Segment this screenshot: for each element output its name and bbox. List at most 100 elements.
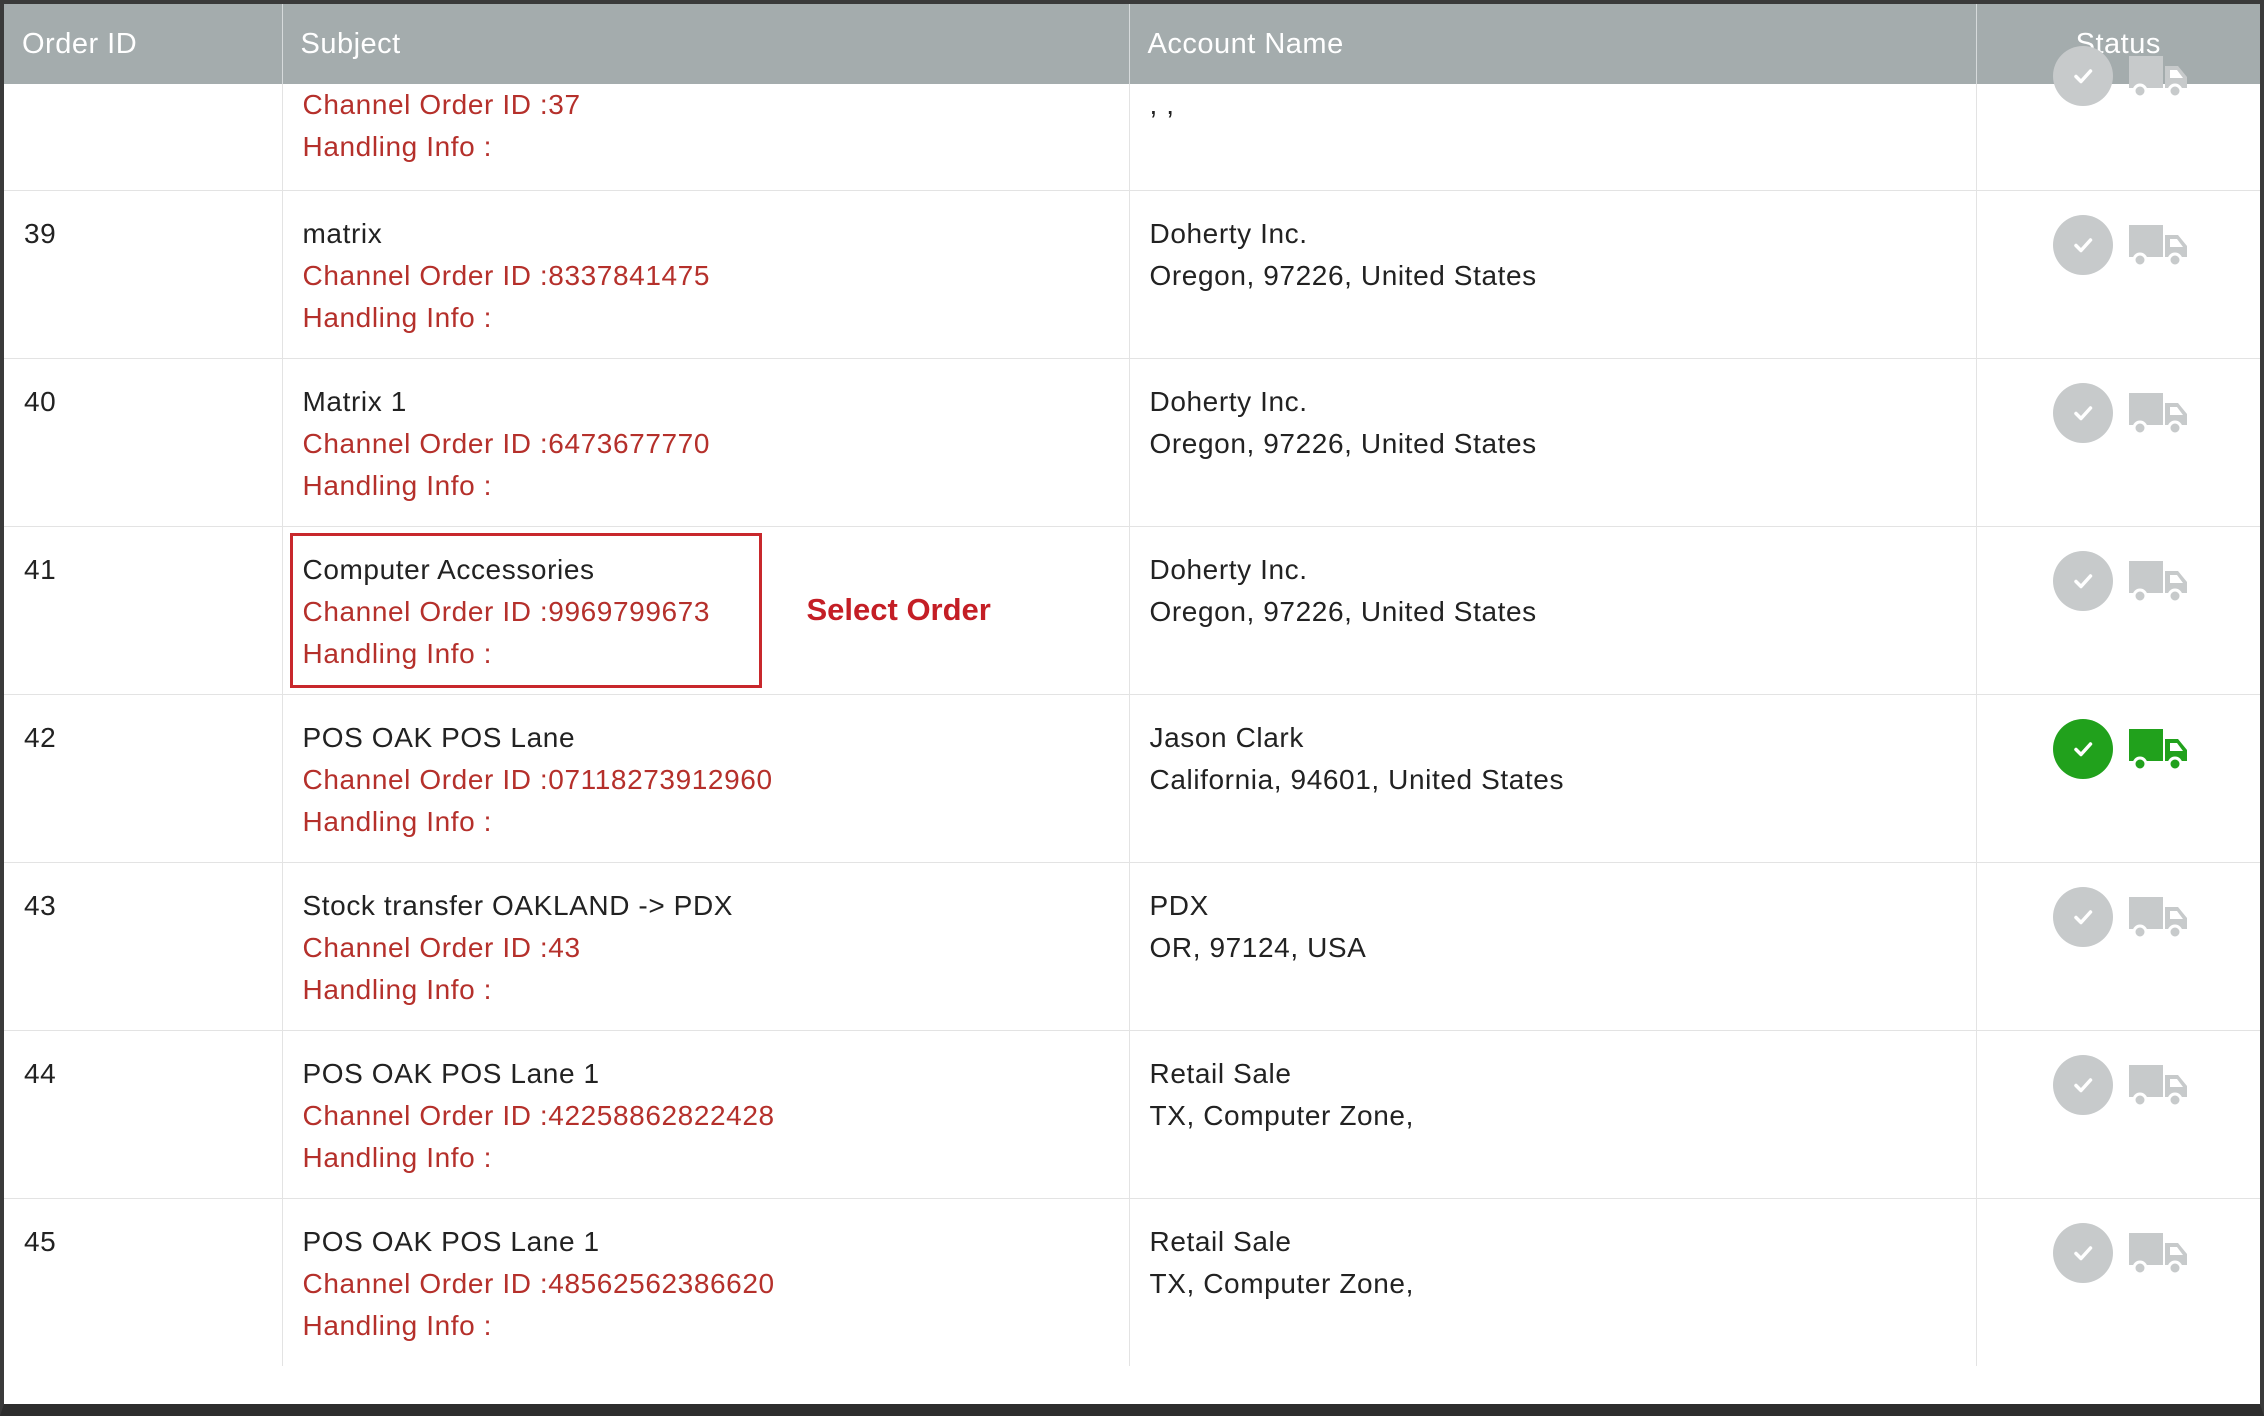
table-row-partial[interactable]: Channel Order ID :37 Handling Info : , ,: [4, 46, 2260, 191]
account-cell[interactable]: Retail Sale TX, Computer Zone,: [1129, 1198, 1977, 1367]
subject-title: Matrix 1: [302, 385, 407, 417]
column-header-account-name[interactable]: Account Name: [1129, 4, 1977, 84]
status-cell: [1976, 358, 2260, 527]
account-cell[interactable]: Doherty Inc. Oregon, 97226, United States: [1129, 526, 1977, 695]
check-circle-icon[interactable]: [2052, 382, 2113, 443]
order-id-cell[interactable]: 39: [4, 190, 283, 359]
order-id-cell[interactable]: 42: [4, 694, 283, 863]
subject-cell[interactable]: POS OAK POS Lane 1 Channel Order ID :4856…: [282, 1198, 1130, 1367]
truck-icon[interactable]: [2127, 893, 2189, 941]
order-id-cell: [4, 84, 283, 191]
table-row[interactable]: 45 POS OAK POS Lane 1 Channel Order ID :48…: [4, 1198, 2260, 1367]
order-id: 39: [24, 217, 57, 249]
check-circle-icon[interactable]: [2052, 886, 2113, 947]
handling-info: Handling Info :: [302, 469, 493, 501]
account-name: , ,: [1149, 89, 1175, 120]
account-address: OR, 97124, USA: [1149, 931, 1367, 963]
account-name: PDX: [1149, 889, 1209, 921]
check-circle-icon[interactable]: [2052, 718, 2113, 779]
account-address: Oregon, 97226, United States: [1149, 427, 1537, 459]
order-id-cell[interactable]: 40: [4, 358, 283, 527]
check-circle-icon[interactable]: [2052, 46, 2113, 106]
truck-icon[interactable]: [2127, 52, 2189, 100]
truck-icon[interactable]: [2127, 1061, 2189, 1109]
handling-info: Handling Info :: [302, 131, 493, 162]
truck-icon[interactable]: [2127, 725, 2189, 773]
status-cell: [1976, 694, 2260, 863]
table-row[interactable]: 40 Matrix 1 Channel Order ID :6473677770 Ha…: [4, 358, 2260, 527]
order-id-cell[interactable]: 43: [4, 862, 283, 1031]
check-circle-icon[interactable]: [2052, 1054, 2113, 1115]
account-name: Doherty Inc.: [1149, 553, 1308, 585]
account-address: California, 94601, United States: [1149, 763, 1565, 795]
handling-info: Handling Info :: [302, 805, 493, 837]
status-cell: [1976, 862, 2260, 1031]
orders-table-view: Order ID Subject Account Name Status Cha…: [0, 0, 2264, 1416]
account-name: Retail Sale: [1149, 1057, 1292, 1089]
channel-order-id: Channel Order ID :48562562386620: [302, 1267, 775, 1299]
channel-order-id: Channel Order ID :37: [302, 89, 581, 120]
table-row[interactable]: 43 Stock transfer OAKLAND -> PDX Channel O…: [4, 862, 2260, 1031]
account-address: TX, Computer Zone,: [1149, 1099, 1414, 1131]
column-header-order-id[interactable]: Order ID: [4, 4, 283, 84]
truck-icon[interactable]: [2127, 557, 2189, 605]
account-cell[interactable]: Doherty Inc. Oregon, 97226, United States: [1129, 190, 1977, 359]
channel-order-id: Channel Order ID :43: [302, 931, 581, 963]
subject-title: POS OAK POS Lane 1: [302, 1225, 600, 1257]
handling-info: Handling Info :: [302, 1309, 493, 1341]
subject-cell[interactable]: Matrix 1 Channel Order ID :6473677770 Hand…: [282, 358, 1130, 527]
table-footer-space: [4, 1366, 2260, 1404]
order-id: 45: [24, 1225, 57, 1257]
truck-icon[interactable]: [2127, 1229, 2189, 1277]
table-row[interactable]: 44 POS OAK POS Lane 1 Channel Order ID :42…: [4, 1030, 2260, 1199]
account-cell: , ,: [1129, 84, 1977, 191]
order-id: 43: [24, 889, 57, 921]
check-circle-icon[interactable]: [2052, 550, 2113, 611]
order-id-cell[interactable]: 41: [4, 526, 283, 695]
check-circle-icon[interactable]: [2052, 1222, 2113, 1283]
channel-order-id: Channel Order ID :8337841475: [302, 259, 711, 291]
status-cell: [1976, 526, 2260, 695]
account-address: Oregon, 97226, United States: [1149, 259, 1537, 291]
subject-title: POS OAK POS Lane 1: [302, 1057, 600, 1089]
subject-title: Stock transfer OAKLAND -> PDX: [302, 889, 734, 921]
status-cell: [1976, 46, 2260, 191]
account-cell[interactable]: Retail Sale TX, Computer Zone,: [1129, 1030, 1977, 1199]
order-id: 40: [24, 385, 57, 417]
subject-title: POS OAK POS Lane: [302, 721, 576, 753]
handling-info: Handling Info :: [302, 1141, 493, 1173]
subject-cell[interactable]: Stock transfer OAKLAND -> PDX Channel Ord…: [282, 862, 1130, 1031]
order-id: 42: [24, 721, 57, 753]
subject-cell[interactable]: POS OAK POS Lane 1 Channel Order ID :4225…: [282, 1030, 1130, 1199]
account-cell[interactable]: PDX OR, 97124, USA: [1129, 862, 1977, 1031]
status-cell: [1976, 1030, 2260, 1199]
table-row[interactable]: 39 matrix Channel Order ID :8337841475 Hand…: [4, 190, 2260, 359]
subject-cell[interactable]: Computer Accessories Channel Order ID :99…: [282, 526, 1130, 695]
channel-order-id: Channel Order ID :07118273912960: [302, 763, 773, 795]
status-cell: [1976, 1198, 2260, 1367]
account-name: Doherty Inc.: [1149, 217, 1308, 249]
truck-icon[interactable]: [2127, 389, 2189, 437]
handling-info: Handling Info :: [302, 301, 493, 333]
account-cell[interactable]: Jason Clark California, 94601, United Sta…: [1129, 694, 1977, 863]
order-id: 41: [24, 553, 57, 585]
table-body: Channel Order ID :37 Handling Info : , ,…: [4, 46, 2260, 1367]
table-row[interactable]: 42 POS OAK POS Lane Channel Order ID :0711…: [4, 694, 2260, 863]
order-id-cell[interactable]: 45: [4, 1198, 283, 1367]
handling-info: Handling Info :: [302, 973, 493, 1005]
table-header: Order ID Subject Account Name Status: [4, 4, 2260, 84]
status-cell: [1976, 190, 2260, 359]
account-cell[interactable]: Doherty Inc. Oregon, 97226, United States: [1129, 358, 1977, 527]
subject-cell[interactable]: Channel Order ID :37 Handling Info :: [282, 84, 1130, 191]
subject-cell[interactable]: POS OAK POS Lane Channel Order ID :071182…: [282, 694, 1130, 863]
order-id-cell[interactable]: 44: [4, 1030, 283, 1199]
subject-title: matrix: [302, 217, 383, 249]
subject-cell[interactable]: matrix Channel Order ID :8337841475 Handli…: [282, 190, 1130, 359]
truck-icon[interactable]: [2127, 221, 2189, 269]
check-circle-icon[interactable]: [2052, 214, 2113, 275]
account-address: TX, Computer Zone,: [1149, 1267, 1414, 1299]
orders-table: Order ID Subject Account Name Status Cha…: [4, 4, 2260, 1367]
column-header-subject[interactable]: Subject: [282, 4, 1130, 84]
account-name: Doherty Inc.: [1149, 385, 1308, 417]
table-row[interactable]: 41 Computer Accessories Channel Order ID :…: [4, 526, 2260, 695]
